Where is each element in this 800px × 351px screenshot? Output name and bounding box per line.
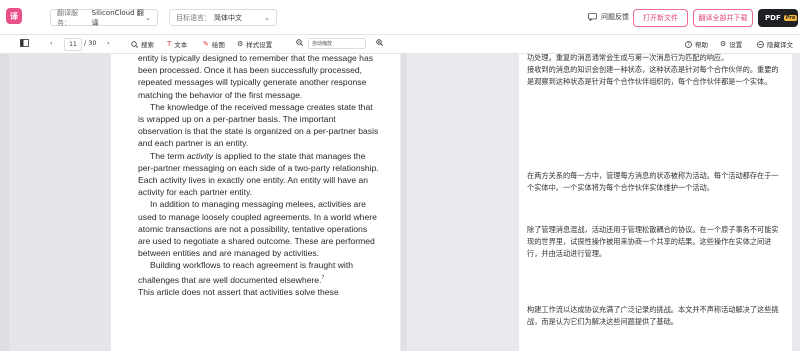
help-button[interactable]: ? 帮助: [685, 39, 708, 49]
app-logo-text: 译: [10, 11, 18, 21]
zoom-out-button[interactable]: [296, 39, 303, 46]
open-new-file-button[interactable]: 打开新文件: [633, 9, 688, 27]
search-button[interactable]: 搜索: [131, 39, 154, 49]
footnote-marker[interactable]: 7: [321, 275, 324, 281]
total-pages: / 30: [84, 39, 97, 47]
original-paragraph: Building workflows to reach agreement is…: [138, 259, 381, 285]
app-logo: 译: [6, 8, 22, 24]
help-icon: ?: [685, 40, 692, 48]
hide-translation-button[interactable]: 隐藏译文: [757, 39, 793, 49]
translation-service-label: 翻译服务：: [57, 8, 78, 27]
translated-paragraph: 构建工作流以达成协议充满了广泛记录的挑战。本文并不声称活动解决了这些挑战，而是认…: [527, 305, 779, 327]
chevron-left-icon: ‹: [50, 39, 53, 47]
search-label: 搜索: [141, 41, 154, 49]
italic-term: activity: [186, 150, 214, 161]
chevron-down-icon: ⌄: [145, 13, 151, 22]
target-language-value: 简体中文: [214, 13, 242, 22]
text-tool-button[interactable]: T 文本: [167, 39, 187, 49]
translation-service-value: SiliconCloud 翻译: [91, 8, 144, 27]
translated-page: 功处理。重复的消息通常会生成与第一次消息行为匹配的响应。 接收到的消息的知识会创…: [519, 54, 792, 351]
help-label: 帮助: [695, 41, 708, 49]
settings-button[interactable]: ⚙ 设置: [720, 39, 742, 49]
text-tool-icon: T: [167, 40, 172, 48]
original-paragraph: The term activity is applied to the stat…: [138, 150, 381, 199]
pdf-toolbar: ‹ 11 / 30 › 搜索 T 文本 ✎ 绘图 ⚙ 样式设置 自动缩放 ? 帮…: [0, 35, 800, 54]
text-tool-label: 文本: [174, 41, 188, 49]
chevron-down-icon: ⌄: [264, 13, 270, 22]
translated-block: 在两方关系的每一方中，管理每方消息的状态被称为活动。每个活动都存在于一个实体中。…: [527, 170, 785, 194]
page-number-input[interactable]: 11: [64, 38, 82, 51]
translated-block: 除了管理消息混战，活动还用于管理松散耦合的协议。在一个原子事务不可能实现的世界里…: [527, 224, 785, 261]
zoom-in-icon: [376, 39, 383, 46]
draw-tool-label: 绘图: [211, 41, 225, 49]
chevron-right-icon: ›: [107, 39, 110, 47]
total-pages-label: / 30: [84, 39, 97, 47]
style-settings-label: 样式设置: [246, 41, 273, 49]
gear-icon: ⚙: [720, 40, 727, 48]
settings-label: 设置: [729, 41, 743, 49]
pen-icon: ✎: [203, 40, 209, 48]
top-bar: 译 翻译服务： SiliconCloud 翻译 ⌄ 目标语言： 简体中文 ⌄ 问…: [0, 0, 800, 35]
feedback-label: 问题反馈: [601, 13, 629, 21]
target-language-select[interactable]: 目标语言： 简体中文 ⌄: [169, 9, 277, 26]
style-icon: ⚙: [237, 40, 244, 48]
left-gutter: [0, 54, 9, 351]
original-paragraph: This article does not assert that activi…: [138, 286, 339, 297]
target-language-label: 目标语言：: [176, 13, 211, 22]
paragraph-text: The term: [150, 150, 187, 161]
prev-page-button[interactable]: ‹: [50, 39, 53, 47]
sidebar-toggle-icon: [20, 39, 29, 47]
translated-paragraph: 除了管理消息混战，活动还用于管理松散耦合的协议。在一个原子事务不可能实现的世界里…: [527, 225, 779, 259]
message-icon: [588, 13, 597, 21]
style-settings-button[interactable]: ⚙ 样式设置: [237, 39, 272, 49]
hide-translation-label: 隐藏译文: [767, 41, 793, 49]
draw-tool-button[interactable]: ✎ 绘图: [203, 39, 225, 49]
next-page-button[interactable]: ›: [107, 39, 110, 47]
feedback-link[interactable]: 问题反馈: [588, 12, 629, 22]
translated-paragraph: 在两方关系的每一方中，管理每方消息的状态被称为活动。每个活动都存在于一个实体中。…: [527, 171, 779, 193]
translated-block: 构建工作流以达成协议充满了广泛记录的挑战。本文并不声称活动解决了这些挑战，而是认…: [527, 304, 785, 328]
translate-download-button[interactable]: 翻译全部并下载: [693, 9, 753, 27]
translation-service-select[interactable]: 翻译服务： SiliconCloud 翻译 ⌄: [50, 8, 158, 27]
zoom-out-icon: [296, 39, 303, 46]
translated-paragraph: 功处理。重复的消息通常会生成与第一次消息行为匹配的响应。 接收到的消息的知识会创…: [527, 54, 779, 87]
original-paragraph: In addition to managing messaging melees…: [138, 199, 377, 259]
original-paragraph: The knowledge of the received message cr…: [138, 101, 379, 149]
pdf-label: PDF: [765, 14, 781, 22]
original-paragraph: entity is typically designed to remember…: [138, 54, 374, 100]
sidebar-toggle[interactable]: [20, 39, 29, 47]
search-icon: [131, 40, 138, 48]
original-page: entity is typically designed to remember…: [111, 54, 400, 351]
pro-badge: Pro: [783, 15, 798, 21]
original-text: entity is typically designed to remember…: [138, 54, 381, 298]
zoom-select[interactable]: 自动缩放: [308, 38, 366, 49]
hide-icon: [757, 40, 764, 48]
translated-block: 功处理。重复的消息通常会生成与第一次消息行为匹配的响应。 接收到的消息的知识会创…: [527, 54, 785, 89]
pdf-pro-button[interactable]: PDF Pro: [758, 9, 798, 27]
zoom-in-button[interactable]: [376, 39, 383, 46]
